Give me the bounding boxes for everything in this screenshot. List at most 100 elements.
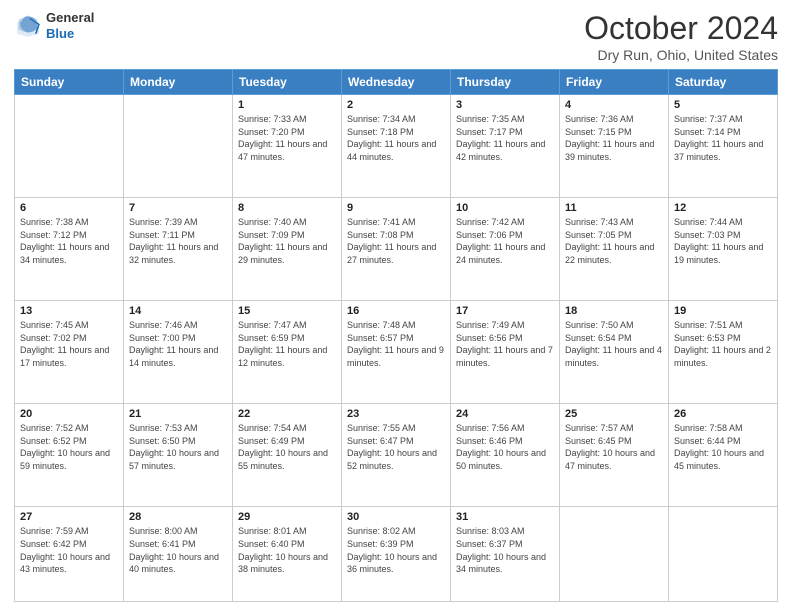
logo: General Blue [14, 10, 94, 41]
cell-day-number: 11 [565, 202, 663, 214]
cell-info: Sunrise: 7:34 AMSunset: 7:18 PMDaylight:… [347, 113, 445, 163]
calendar-cell: 20 Sunrise: 7:52 AMSunset: 6:52 PMDayligh… [15, 404, 124, 507]
calendar-day-header: Sunday [15, 70, 124, 95]
cell-day-number: 10 [456, 202, 554, 214]
cell-day-number: 12 [674, 202, 772, 214]
cell-day-number: 1 [238, 99, 336, 111]
cell-day-number: 29 [238, 511, 336, 523]
cell-day-number: 8 [238, 202, 336, 214]
calendar-cell: 10 Sunrise: 7:42 AMSunset: 7:06 PMDayligh… [451, 198, 560, 301]
cell-day-number: 28 [129, 511, 227, 523]
cell-info: Sunrise: 7:45 AMSunset: 7:02 PMDaylight:… [20, 319, 118, 369]
cell-day-number: 5 [674, 99, 772, 111]
cell-info: Sunrise: 7:54 AMSunset: 6:49 PMDaylight:… [238, 422, 336, 472]
cell-day-number: 20 [20, 408, 118, 420]
title-section: October 2024 Dry Run, Ohio, United State… [584, 10, 778, 63]
calendar-week-row: 27 Sunrise: 7:59 AMSunset: 6:42 PMDayligh… [15, 507, 778, 602]
calendar-cell: 29Sunrise: 8:01 AMSunset: 6:40 PMDayligh… [233, 507, 342, 602]
calendar-cell: 13Sunrise: 7:45 AMSunset: 7:02 PMDayligh… [15, 301, 124, 404]
logo-text: General Blue [46, 10, 94, 41]
cell-info: Sunrise: 7:52 AMSunset: 6:52 PMDaylight:… [20, 422, 118, 472]
calendar-cell: 11 Sunrise: 7:43 AMSunset: 7:05 PMDayligh… [560, 198, 669, 301]
cell-info: Sunrise: 7:56 AMSunset: 6:46 PMDaylight:… [456, 422, 554, 472]
calendar-cell: 26 Sunrise: 7:58 AMSunset: 6:44 PMDayligh… [669, 404, 778, 507]
calendar-cell: 19Sunrise: 7:51 AMSunset: 6:53 PMDayligh… [669, 301, 778, 404]
cell-info: Sunrise: 8:00 AMSunset: 6:41 PMDaylight:… [129, 525, 227, 575]
cell-day-number: 22 [238, 408, 336, 420]
calendar-week-row: 6 Sunrise: 7:38 AMSunset: 7:12 PMDaylight… [15, 198, 778, 301]
cell-info: Sunrise: 7:35 AMSunset: 7:17 PMDaylight:… [456, 113, 554, 163]
cell-info: Sunrise: 7:43 AMSunset: 7:05 PMDaylight:… [565, 216, 663, 266]
cell-info: Sunrise: 7:37 AMSunset: 7:14 PMDaylight:… [674, 113, 772, 163]
calendar-header-row: SundayMondayTuesdayWednesdayThursdayFrid… [15, 70, 778, 95]
cell-info: Sunrise: 7:41 AMSunset: 7:08 PMDaylight:… [347, 216, 445, 266]
cell-info: Sunrise: 7:42 AMSunset: 7:06 PMDaylight:… [456, 216, 554, 266]
cell-day-number: 6 [20, 202, 118, 214]
calendar-cell: 27 Sunrise: 7:59 AMSunset: 6:42 PMDayligh… [15, 507, 124, 602]
calendar-day-header: Thursday [451, 70, 560, 95]
cell-info: Sunrise: 7:48 AMSunset: 6:57 PMDaylight:… [347, 319, 445, 369]
calendar-cell: 23 Sunrise: 7:55 AMSunset: 6:47 PMDayligh… [342, 404, 451, 507]
cell-info: Sunrise: 7:59 AMSunset: 6:42 PMDaylight:… [20, 525, 118, 575]
cell-info: Sunrise: 7:58 AMSunset: 6:44 PMDaylight:… [674, 422, 772, 472]
calendar-cell: 5 Sunrise: 7:37 AMSunset: 7:14 PMDaylight… [669, 95, 778, 198]
calendar-cell: 21 Sunrise: 7:53 AMSunset: 6:50 PMDayligh… [124, 404, 233, 507]
cell-info: Sunrise: 8:02 AMSunset: 6:39 PMDaylight:… [347, 525, 445, 575]
calendar-cell: 14Sunrise: 7:46 AMSunset: 7:00 PMDayligh… [124, 301, 233, 404]
calendar-cell: 18Sunrise: 7:50 AMSunset: 6:54 PMDayligh… [560, 301, 669, 404]
cell-day-number: 15 [238, 305, 336, 317]
calendar-cell: 31 Sunrise: 8:03 AMSunset: 6:37 PMDayligh… [451, 507, 560, 602]
calendar-week-row: 1Sunrise: 7:33 AMSunset: 7:20 PMDaylight… [15, 95, 778, 198]
cell-info: Sunrise: 7:46 AMSunset: 7:00 PMDaylight:… [129, 319, 227, 369]
cell-day-number: 21 [129, 408, 227, 420]
cell-day-number: 9 [347, 202, 445, 214]
cell-info: Sunrise: 7:49 AMSunset: 6:56 PMDaylight:… [456, 319, 554, 369]
calendar-cell: 1Sunrise: 7:33 AMSunset: 7:20 PMDaylight… [233, 95, 342, 198]
cell-day-number: 7 [129, 202, 227, 214]
cell-day-number: 27 [20, 511, 118, 523]
calendar-day-header: Wednesday [342, 70, 451, 95]
calendar-cell: 4Sunrise: 7:36 AMSunset: 7:15 PMDaylight… [560, 95, 669, 198]
cell-day-number: 26 [674, 408, 772, 420]
cell-info: Sunrise: 8:03 AMSunset: 6:37 PMDaylight:… [456, 525, 554, 575]
cell-info: Sunrise: 7:36 AMSunset: 7:15 PMDaylight:… [565, 113, 663, 163]
calendar-cell: 8Sunrise: 7:40 AMSunset: 7:09 PMDaylight… [233, 198, 342, 301]
calendar-table: SundayMondayTuesdayWednesdayThursdayFrid… [14, 69, 778, 602]
calendar-cell: 16 Sunrise: 7:48 AMSunset: 6:57 PMDayligh… [342, 301, 451, 404]
calendar-day-header: Monday [124, 70, 233, 95]
cell-info: Sunrise: 7:39 AMSunset: 7:11 PMDaylight:… [129, 216, 227, 266]
calendar-cell: 3 Sunrise: 7:35 AMSunset: 7:17 PMDaylight… [451, 95, 560, 198]
calendar-cell: 2 Sunrise: 7:34 AMSunset: 7:18 PMDaylight… [342, 95, 451, 198]
calendar-cell [560, 507, 669, 602]
calendar-cell: 15 Sunrise: 7:47 AMSunset: 6:59 PMDayligh… [233, 301, 342, 404]
calendar-cell: 9 Sunrise: 7:41 AMSunset: 7:08 PMDaylight… [342, 198, 451, 301]
cell-info: Sunrise: 7:38 AMSunset: 7:12 PMDaylight:… [20, 216, 118, 266]
cell-day-number: 3 [456, 99, 554, 111]
cell-day-number: 24 [456, 408, 554, 420]
calendar-cell: 7 Sunrise: 7:39 AMSunset: 7:11 PMDaylight… [124, 198, 233, 301]
cell-day-number: 17 [456, 305, 554, 317]
calendar-day-header: Friday [560, 70, 669, 95]
cell-info: Sunrise: 7:47 AMSunset: 6:59 PMDaylight:… [238, 319, 336, 369]
cell-day-number: 31 [456, 511, 554, 523]
logo-icon [14, 12, 42, 40]
calendar-cell: 17 Sunrise: 7:49 AMSunset: 6:56 PMDayligh… [451, 301, 560, 404]
cell-day-number: 25 [565, 408, 663, 420]
cell-info: Sunrise: 7:55 AMSunset: 6:47 PMDaylight:… [347, 422, 445, 472]
calendar-cell: 12Sunrise: 7:44 AMSunset: 7:03 PMDayligh… [669, 198, 778, 301]
header: General Blue October 2024 Dry Run, Ohio,… [14, 10, 778, 63]
cell-day-number: 19 [674, 305, 772, 317]
calendar-cell: 30Sunrise: 8:02 AMSunset: 6:39 PMDayligh… [342, 507, 451, 602]
cell-day-number: 18 [565, 305, 663, 317]
logo-blue: Blue [46, 26, 94, 42]
calendar-day-header: Saturday [669, 70, 778, 95]
logo-general: General [46, 10, 94, 26]
calendar-cell: 6 Sunrise: 7:38 AMSunset: 7:12 PMDaylight… [15, 198, 124, 301]
calendar-day-header: Tuesday [233, 70, 342, 95]
calendar-cell: 22 Sunrise: 7:54 AMSunset: 6:49 PMDayligh… [233, 404, 342, 507]
cell-day-number: 16 [347, 305, 445, 317]
cell-day-number: 2 [347, 99, 445, 111]
calendar-week-row: 13Sunrise: 7:45 AMSunset: 7:02 PMDayligh… [15, 301, 778, 404]
cell-info: Sunrise: 7:53 AMSunset: 6:50 PMDaylight:… [129, 422, 227, 472]
cell-day-number: 23 [347, 408, 445, 420]
